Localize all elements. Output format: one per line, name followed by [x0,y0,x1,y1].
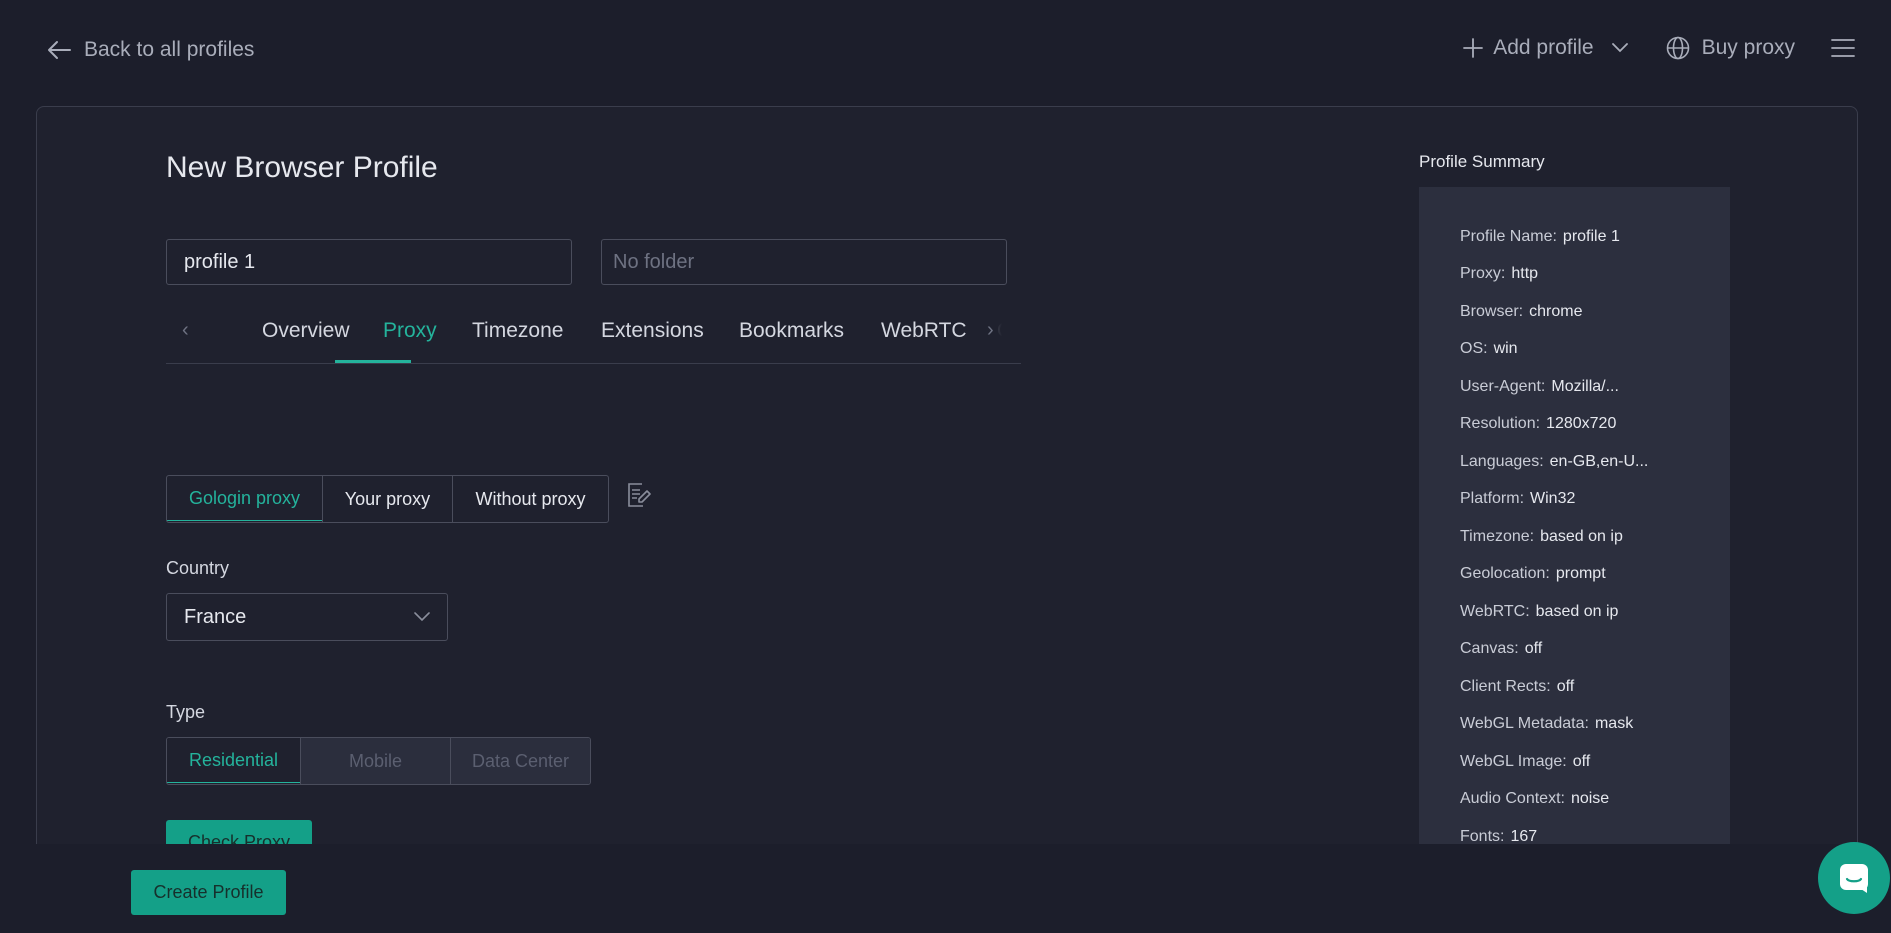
data-center-option[interactable]: Data Center [450,738,590,784]
tab-extensions[interactable]: Extensions [601,319,704,343]
summary-row: Proxy: http [1460,265,1539,282]
summary-row: Resolution: 1280x720 [1460,415,1617,432]
mobile-option[interactable]: Mobile [300,738,450,784]
arrow-left-icon [48,41,71,59]
chevron-left-icon[interactable]: ‹ [182,319,189,342]
back-to-profiles-link[interactable]: Back to all profiles [46,38,254,62]
country-select[interactable]: France [166,593,448,641]
tab-overview[interactable]: Overview [262,319,350,343]
summary-row: User-Agent: Mozilla/... [1460,378,1619,395]
add-profile-button[interactable]: Add profile [1463,36,1628,60]
summary-row: Platform: Win32 [1460,490,1576,507]
summary-row: WebGL Metadata: mask [1460,715,1634,732]
summary-row: Audio Context: noise [1460,790,1610,807]
plus-icon [1463,38,1484,58]
gologin-proxy-option[interactable]: Gologin proxy [167,476,323,521]
chevron-right-icon[interactable]: › [987,319,994,342]
summary-row: WebGL Image: off [1460,753,1591,770]
summary-row: Languages: en-GB,en-U... [1460,453,1649,470]
page-title: New Browser Profile [166,151,438,184]
add-profile-label: Add profile [1493,36,1594,59]
profile-form-panel: New Browser Profile profile 1 No folder … [36,106,1858,866]
tab-bookmarks[interactable]: Bookmarks [739,319,844,343]
back-label: Back to all profiles [84,38,255,61]
hamburger-menu-icon[interactable] [1831,38,1855,58]
chevron-down-icon [1611,43,1628,53]
settings-tabs: ‹ Overview Proxy Timezone Extensions Boo… [166,299,1026,364]
top-bar: Back to all profiles Add profile Buy pro… [0,0,1891,104]
summary-row: Browser: chrome [1460,303,1583,320]
buy-proxy-button[interactable]: Buy proxy [1666,36,1795,60]
tabs-fade [966,299,1026,362]
folder-select[interactable]: No folder [601,239,1007,285]
summary-row: Timezone: based on ip [1460,528,1623,545]
summary-row: OS: win [1460,340,1518,357]
summary-row: Canvas: off [1460,640,1543,657]
without-proxy-option[interactable]: Without proxy [452,476,608,522]
your-proxy-option[interactable]: Your proxy [322,476,452,522]
proxy-type-selector: Gologin proxy Your proxy Without proxy [166,475,609,523]
chat-icon [1840,864,1868,893]
summary-row: WebRTC: based on ip [1460,603,1619,620]
profile-summary-title: Profile Summary [1419,152,1545,171]
country-label: Country [166,558,230,578]
summary-row: Client Rects: off [1460,678,1575,695]
active-tab-indicator [335,360,411,363]
type-label: Type [166,702,206,722]
summary-row: Geolocation: prompt [1460,565,1606,582]
create-profile-button[interactable]: Create Profile [131,870,286,915]
connection-type-selector: Residential Mobile Data Center [166,737,591,785]
profile-name-input[interactable]: profile 1 [166,239,572,285]
residential-option[interactable]: Residential [167,738,301,783]
tab-webrtc[interactable]: WebRTC [881,319,967,343]
buy-proxy-label: Buy proxy [1701,36,1795,59]
edit-note-icon[interactable] [625,481,651,509]
summary-row: Profile Name: profile 1 [1460,228,1620,245]
chevron-down-icon [414,612,430,622]
country-value: France [184,605,247,628]
tab-proxy[interactable]: Proxy [383,319,437,343]
globe-icon [1666,36,1689,60]
tab-timezone[interactable]: Timezone [472,319,563,343]
profile-summary-card: Profile Name: profile 1 Proxy: http Browse… [1419,187,1730,865]
chat-support-button[interactable] [1818,842,1890,914]
